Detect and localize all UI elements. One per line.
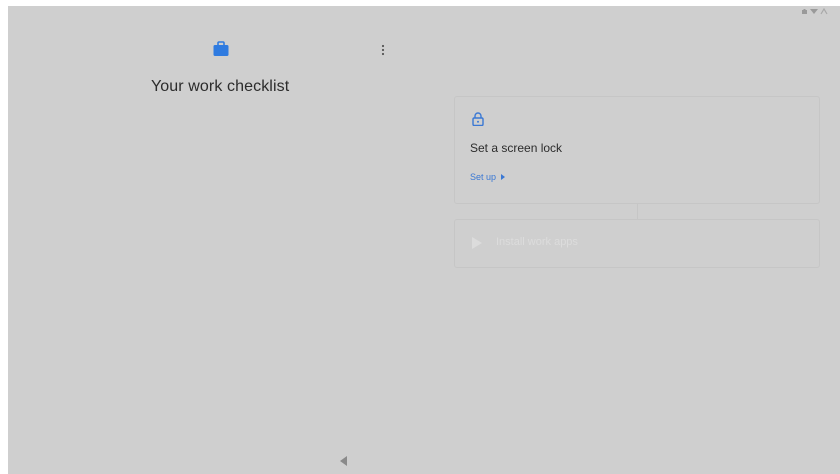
wifi-icon [810,9,818,14]
back-triangle-icon[interactable] [339,454,349,466]
checklist-connector [637,204,638,219]
status-bar [801,8,828,15]
set-up-label: Set up [470,172,497,182]
install-apps-title: Install work apps [496,236,578,248]
page-title: Your work checklist [151,78,290,95]
more-vert-icon[interactable] [376,40,390,60]
chevron-right-icon [501,174,506,180]
set-up-button[interactable]: Set up [470,172,506,182]
checklist-card-screen-lock: Set a screen lock Set up [454,96,820,204]
briefcase-icon [212,40,230,58]
app-screen: Your work checklist Set a screen lock Se… [8,6,840,474]
checklist-card-install-apps: Install work apps [454,219,820,268]
lock-icon [472,112,484,127]
signal-icon [820,8,828,15]
screen-lock-title: Set a screen lock [470,141,563,155]
play-store-icon [472,236,482,249]
battery-icon [802,9,807,14]
